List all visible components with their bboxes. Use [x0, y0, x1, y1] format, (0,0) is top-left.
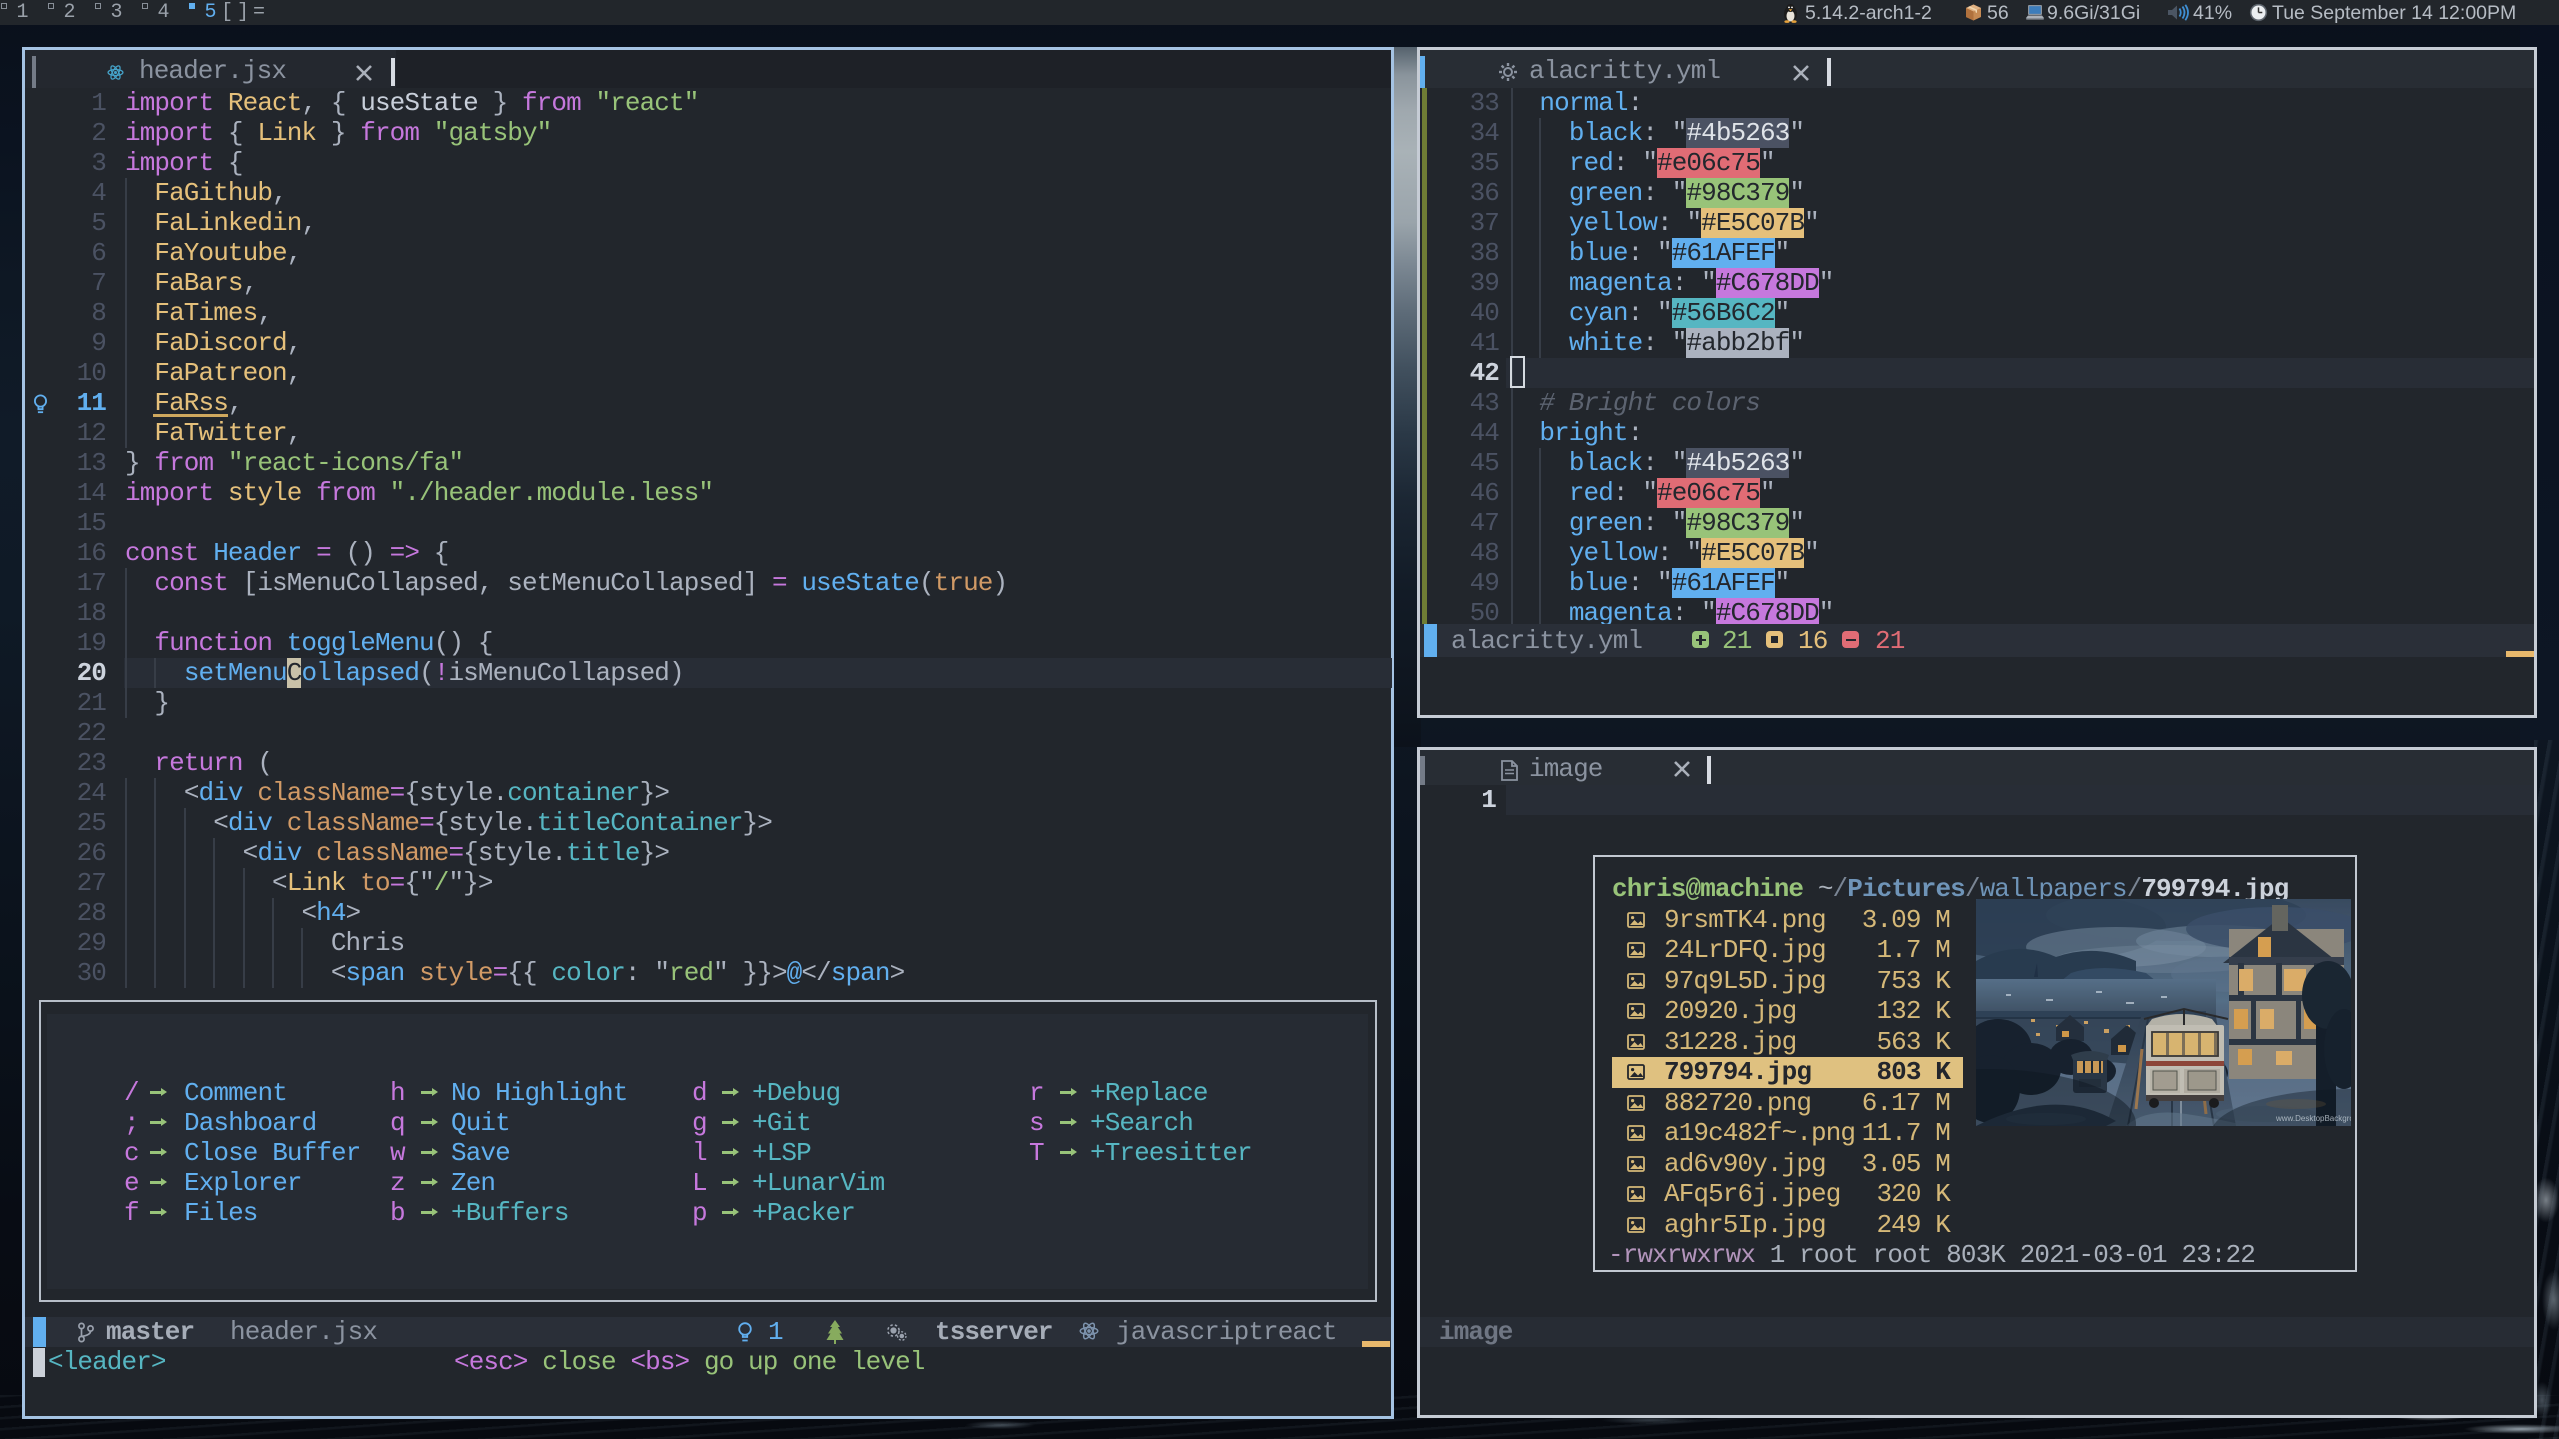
svg-text:www.DesktopBackground.org: www.DesktopBackground.org — [2275, 1114, 2351, 1123]
